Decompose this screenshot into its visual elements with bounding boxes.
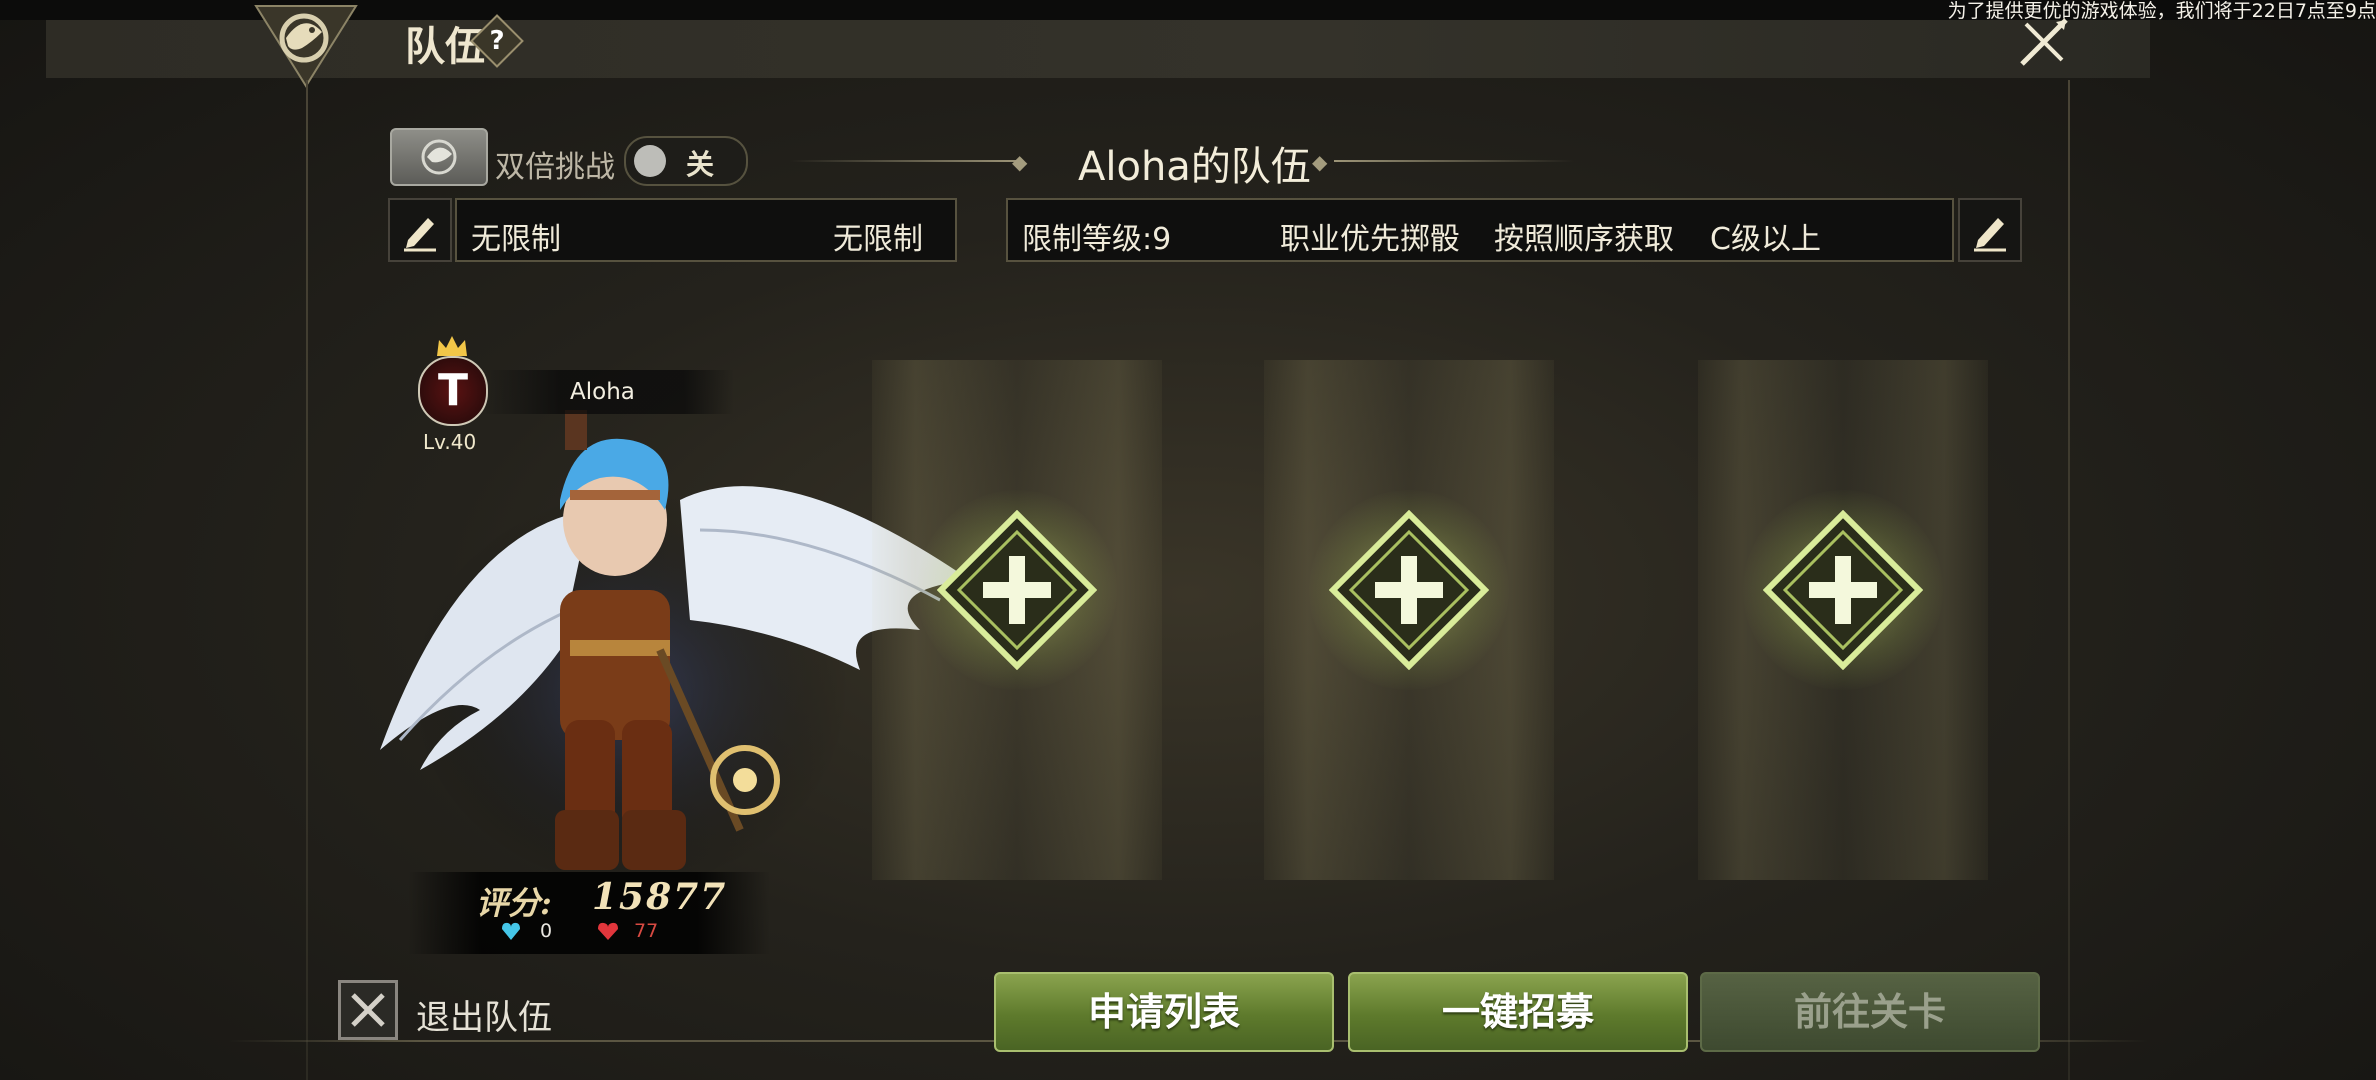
red-heart-gem-icon xyxy=(596,920,620,942)
title-ornament-left xyxy=(790,160,1020,162)
title-ornament-right xyxy=(1334,160,1574,162)
level-limit: 限制等级:9 xyxy=(1022,222,1172,257)
team-title: Aloha的队伍 xyxy=(1078,144,1311,190)
leader-class-avatar[interactable]: T xyxy=(418,356,488,426)
empty-slot-3[interactable] xyxy=(1698,360,1988,880)
frame-line-right xyxy=(2068,80,2070,1080)
leader-level: Lv.40 xyxy=(423,430,477,454)
close-x-icon[interactable] xyxy=(2012,10,2076,74)
double-challenge-label: 双倍挑战 xyxy=(495,150,615,185)
score-label: 评分: xyxy=(476,884,552,922)
pencil-icon xyxy=(404,218,436,252)
right-filter-box[interactable]: 限制等级:9 职业优先掷骰 按照顺序获取 C级以上 xyxy=(1006,198,1954,262)
toggle-state-label: 关 xyxy=(686,148,715,181)
empty-slot-1[interactable] xyxy=(872,360,1162,880)
double-challenge-toggle[interactable]: 关 xyxy=(624,136,748,186)
one-click-recruit-button[interactable]: 一键招募 xyxy=(1348,972,1688,1052)
add-member-plus-icon xyxy=(1763,510,1923,670)
go-to-stage-button[interactable]: 前往关卡 xyxy=(1700,972,2040,1052)
avatar-letter: T xyxy=(437,365,468,416)
left-filter-value-b: 无限制 xyxy=(833,222,923,257)
apply-list-button[interactable]: 申请列表 xyxy=(994,972,1334,1052)
left-filter-box[interactable]: 无限制 无限制 xyxy=(455,198,957,262)
frame-line-left xyxy=(306,80,308,1080)
left-filter-value-a: 无限制 xyxy=(471,222,561,257)
ornament-diamond-right: ◆ xyxy=(1312,150,1328,174)
add-member-plus-icon xyxy=(1329,510,1489,670)
blue-heart-gem-icon xyxy=(500,920,522,942)
empty-slot-2[interactable] xyxy=(1264,360,1554,880)
ornament-diamond-left: ◆ xyxy=(1012,150,1028,174)
add-member-plus-icon xyxy=(937,510,1097,670)
blue-gem-count: 0 xyxy=(540,920,553,942)
help-button-label: ? xyxy=(489,26,505,56)
toggle-knob xyxy=(634,145,666,177)
title-bar xyxy=(46,20,2150,78)
leave-team-button[interactable]: 退出队伍 xyxy=(416,990,552,1039)
edit-left-filter-button[interactable] xyxy=(388,198,452,262)
edit-right-filter-button[interactable] xyxy=(1958,198,2022,262)
loot-order: 按照顺序获取 xyxy=(1494,222,1674,257)
dragon-badge-icon xyxy=(390,128,488,186)
loot-priority: 职业优先掷骰 xyxy=(1280,222,1460,257)
grade-limit: C级以上 xyxy=(1710,222,1821,257)
dragon-emblem-icon xyxy=(252,2,360,90)
crown-icon xyxy=(435,334,469,358)
red-gem-count: 77 xyxy=(634,920,659,942)
score-value: 15877 xyxy=(592,876,728,918)
leader-name: Aloha xyxy=(570,379,635,405)
close-box-icon[interactable] xyxy=(338,980,398,1040)
pencil-icon xyxy=(1974,218,2006,252)
